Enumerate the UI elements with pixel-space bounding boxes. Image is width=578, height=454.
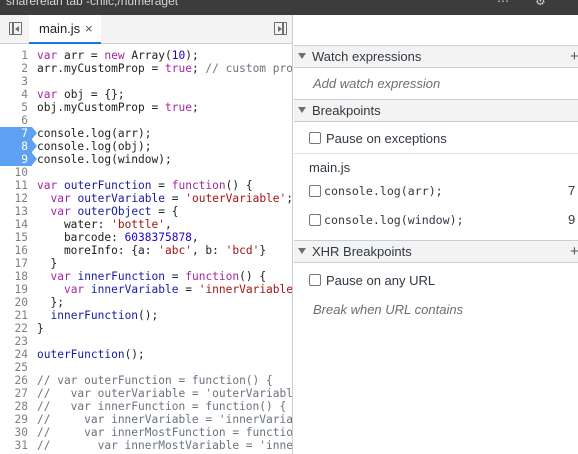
line-number[interactable]: 30 xyxy=(0,426,32,439)
toggle-navigator-icon[interactable] xyxy=(9,22,22,35)
line-number[interactable]: 10 xyxy=(0,166,32,179)
line-number-breakpoint[interactable]: 7 xyxy=(0,127,37,140)
line-number[interactable]: 24 xyxy=(0,348,32,361)
line-number[interactable]: 18 xyxy=(0,270,32,283)
line-number[interactable]: 5 xyxy=(0,101,32,114)
line-number-breakpoint[interactable]: 9 xyxy=(0,153,37,166)
line-number[interactable]: 29 xyxy=(0,413,32,426)
code-editor[interactable]: 1 var arr = new Array(10); 2 arr.myCustomPr… xyxy=(0,45,293,454)
watch-expressions-header[interactable]: Watch expressions + xyxy=(294,45,578,68)
breakpoints-header[interactable]: Breakpoints xyxy=(294,99,578,122)
code-line: console.log(window); xyxy=(37,153,172,166)
code-line: innerFunction(); xyxy=(50,309,159,322)
line-number[interactable]: 15 xyxy=(0,231,32,244)
line-number[interactable]: 28 xyxy=(0,400,32,413)
code-line: moreInfo: {a: 'abc', b: 'bcd'} xyxy=(37,244,267,257)
expand-arrow-icon xyxy=(298,53,306,59)
code-line: // var innerVariable = 'innerVariab xyxy=(37,413,293,426)
line-number[interactable]: 17 xyxy=(0,257,32,270)
line-number[interactable]: 6 xyxy=(0,114,32,127)
break-when-url-contains-hint[interactable]: Break when URL contains xyxy=(313,302,463,317)
code-line: outerFunction(); xyxy=(37,348,145,361)
pause-on-exceptions-checkbox[interactable] xyxy=(309,132,321,144)
breakpoint-checkbox[interactable] xyxy=(309,185,321,197)
pause-on-any-url-label: Pause on any URL xyxy=(326,273,436,288)
code-line: var obj = {}; xyxy=(37,88,125,101)
add-watch-expression-hint[interactable]: Add watch expression xyxy=(313,76,440,91)
code-line: }; xyxy=(37,296,64,309)
toggle-debugger-icon[interactable] xyxy=(274,22,287,35)
window-title: sharerelan tab -chilc,/numeraget xyxy=(6,0,179,8)
xhr-breakpoints-header[interactable]: XHR Breakpoints + xyxy=(294,240,578,263)
line-number[interactable]: 2 xyxy=(0,62,32,75)
code-line: water: 'bottle', xyxy=(37,218,172,231)
expand-arrow-icon xyxy=(298,107,306,113)
code-line: // var innerMostFunction = function xyxy=(37,426,293,439)
breakpoint-line-number: 9 xyxy=(568,212,576,227)
code-line: } xyxy=(37,257,58,270)
line-number[interactable]: 12 xyxy=(0,192,32,205)
line-number[interactable]: 25 xyxy=(0,361,32,374)
code-line: // var innerFunction = function() { xyxy=(37,400,287,413)
add-xhr-breakpoint-icon[interactable]: + xyxy=(570,241,578,262)
line-number[interactable]: 20 xyxy=(0,296,32,309)
code-line: arr.myCustomProp = true; // custom prop xyxy=(37,62,293,75)
pause-on-any-url-checkbox[interactable] xyxy=(309,274,321,286)
breakpoint-file-name: main.js xyxy=(309,160,351,175)
breakpoint-line-number: 7 xyxy=(568,183,576,198)
tab-main-js[interactable]: main.js × xyxy=(29,15,101,44)
code-line: console.log(obj); xyxy=(37,140,152,153)
tab-label: main.js xyxy=(39,21,81,36)
code-line: } xyxy=(37,322,44,335)
line-number[interactable]: 11 xyxy=(0,179,32,192)
line-number[interactable]: 26 xyxy=(0,374,32,387)
code-line: // var innerMostVariable = 'inner xyxy=(37,439,293,452)
code-line: // var outerFunction = function() { xyxy=(37,374,273,387)
editor-tabbar: main.js × xyxy=(0,15,292,44)
more-icon[interactable]: ⋯ xyxy=(497,0,509,9)
line-number[interactable]: 16 xyxy=(0,244,32,257)
line-number[interactable]: 31 xyxy=(0,439,32,452)
close-tab-icon[interactable]: × xyxy=(85,15,93,43)
code-line: var outerFunction = function() { xyxy=(37,179,253,192)
expand-arrow-icon xyxy=(298,248,306,254)
code-line: console.log(arr); xyxy=(37,127,152,140)
debugger-sidebar: Watch expressions + Add watch expression… xyxy=(294,15,578,454)
line-number[interactable]: 4 xyxy=(0,88,32,101)
window-titlebar: sharerelan tab -chilc,/numeraget ⋯ ⚙ xyxy=(0,0,578,15)
watch-expressions-title: Watch expressions xyxy=(312,49,422,64)
line-number[interactable]: 19 xyxy=(0,283,32,296)
settings-icon[interactable]: ⚙ xyxy=(535,0,546,9)
code-line: var outerVariable = 'outerVariable'; xyxy=(50,192,293,205)
code-line: obj.myCustomProp = true; xyxy=(37,101,199,114)
breakpoint-code[interactable]: console.log(window); xyxy=(324,213,464,227)
line-number-breakpoint[interactable]: 8 xyxy=(0,140,37,153)
code-line: barcode: 6038375878, xyxy=(37,231,199,244)
pause-on-exceptions-label: Pause on exceptions xyxy=(326,131,447,146)
code-line: var innerVariable = 'innerVariable' xyxy=(63,283,293,296)
code-line: // var outerVariable = 'outerVariable xyxy=(37,387,293,400)
code-line: var arr = new Array(10); xyxy=(37,49,199,62)
breakpoint-checkbox[interactable] xyxy=(309,214,321,226)
line-number[interactable]: 3 xyxy=(0,75,32,88)
line-number[interactable]: 27 xyxy=(0,387,32,400)
line-number[interactable]: 23 xyxy=(0,335,32,348)
line-number[interactable]: 1 xyxy=(0,49,32,62)
code-line: var outerObject = { xyxy=(50,205,179,218)
breakpoint-code[interactable]: console.log(arr); xyxy=(324,184,443,198)
editor-pane: main.js × 1 var arr = new Array(10); 2 arr.… xyxy=(0,15,293,454)
xhr-breakpoints-title: XHR Breakpoints xyxy=(312,244,412,259)
breakpoints-title: Breakpoints xyxy=(312,103,381,118)
add-watch-icon[interactable]: + xyxy=(570,46,578,67)
divider xyxy=(294,153,578,154)
line-number[interactable]: 21 xyxy=(0,309,32,322)
line-number[interactable]: 13 xyxy=(0,205,32,218)
code-line: var innerFunction = function() { xyxy=(50,270,267,283)
line-number[interactable]: 14 xyxy=(0,218,32,231)
line-number[interactable]: 22 xyxy=(0,322,32,335)
